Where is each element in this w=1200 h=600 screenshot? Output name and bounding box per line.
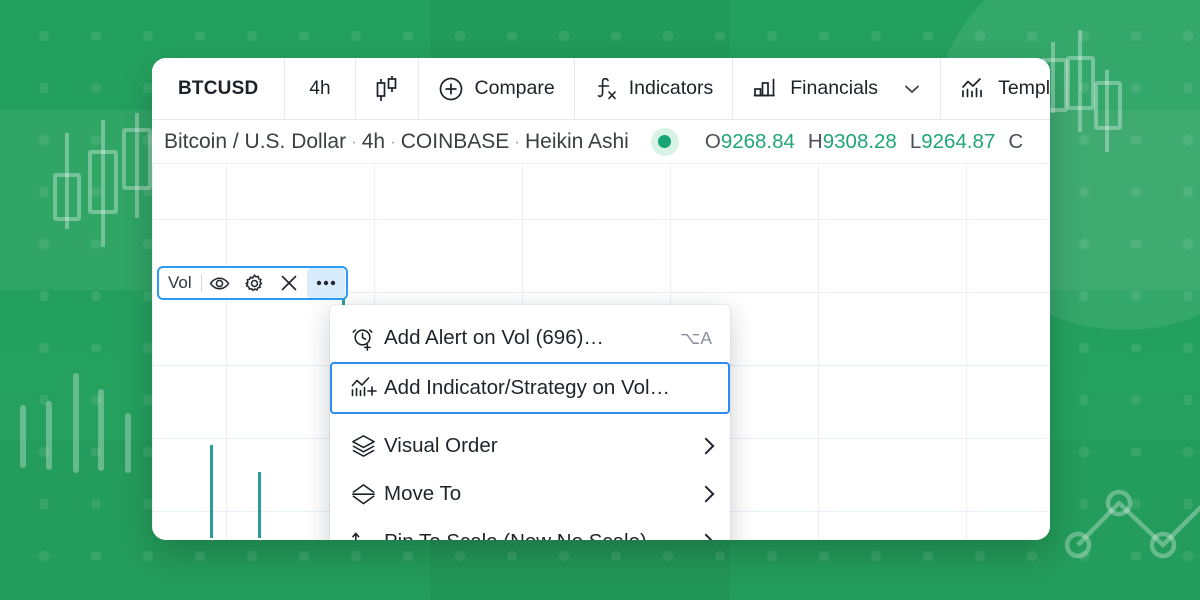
close-icon[interactable] bbox=[272, 268, 307, 298]
grid-line-v bbox=[966, 164, 967, 540]
ohlc-high: H9308.28 bbox=[807, 129, 897, 153]
chart-plot-area[interactable]: Vol Add Alert on Vol (696)… ⌥A Add Indic… bbox=[152, 164, 1050, 540]
financials-button[interactable]: Financials bbox=[733, 58, 942, 119]
more-options-icon[interactable] bbox=[306, 268, 345, 298]
market-status-indicator bbox=[650, 127, 679, 156]
menu-item-label: Add Alert on Vol (696)… bbox=[384, 326, 604, 349]
compare-label: Compare bbox=[474, 77, 555, 99]
compare-button[interactable]: Compare bbox=[419, 58, 575, 119]
ohlc-close: C bbox=[1008, 129, 1024, 153]
info-separator-2: · bbox=[390, 131, 396, 151]
grid-line-v bbox=[818, 164, 819, 540]
menu-gap bbox=[330, 414, 730, 422]
grid-line-h bbox=[152, 219, 1050, 220]
grid-line-v bbox=[152, 164, 153, 540]
menu-item-label: Add Indicator/Strategy on Vol… bbox=[384, 376, 671, 399]
menu-item-label: Pin To Scale (Now No Scale) bbox=[384, 530, 700, 540]
indicators-label: Indicators bbox=[628, 77, 714, 99]
context-menu[interactable]: Add Alert on Vol (696)… ⌥A Add Indicator… bbox=[330, 305, 730, 540]
candle-wick bbox=[258, 472, 261, 538]
screenshot-root: BTCUSD 4h Compare Indicators Financials … bbox=[0, 0, 1200, 600]
menu-item-label: Visual Order bbox=[384, 434, 498, 457]
plus-circle-icon bbox=[438, 76, 464, 102]
info-separator-1: · bbox=[351, 131, 357, 151]
gear-icon[interactable] bbox=[237, 268, 272, 298]
grid-line-v bbox=[226, 164, 227, 540]
fx-icon bbox=[594, 75, 618, 103]
status-dot-icon bbox=[658, 135, 672, 148]
info-chart-style: Heikin Ashi bbox=[524, 129, 629, 153]
indicators-button[interactable]: Indicators bbox=[575, 58, 734, 119]
info-interval: 4h bbox=[361, 129, 386, 153]
submenu-arrow-icon bbox=[697, 485, 715, 503]
templates-label: Templates bbox=[998, 77, 1050, 99]
instrument-name: Bitcoin / U.S. Dollar bbox=[164, 129, 347, 153]
ohlc-open: O9268.84 bbox=[704, 129, 795, 153]
indicator-plus-icon bbox=[350, 375, 384, 401]
menu-item-add-indicator[interactable]: Add Indicator/Strategy on Vol… bbox=[330, 362, 730, 414]
chart-toolbar: BTCUSD 4h Compare Indicators Financials … bbox=[152, 58, 1050, 120]
menu-item-visual-order[interactable]: Visual Order bbox=[330, 422, 730, 470]
chart-type-button[interactable] bbox=[356, 58, 419, 119]
info-exchange: COINBASE bbox=[400, 129, 510, 153]
candlestick-icon bbox=[374, 74, 400, 104]
chevron-down-icon[interactable] bbox=[903, 83, 921, 95]
alarm-plus-icon bbox=[350, 325, 384, 352]
info-separator-3: · bbox=[514, 131, 520, 151]
symbol-button[interactable]: BTCUSD bbox=[152, 58, 286, 119]
submenu-arrow-icon bbox=[697, 437, 715, 455]
interval-button[interactable]: 4h bbox=[285, 58, 356, 119]
chart-card: BTCUSD 4h Compare Indicators Financials … bbox=[152, 58, 1050, 540]
layers-icon bbox=[350, 433, 384, 459]
candle-wick bbox=[210, 445, 213, 538]
financials-label: Financials bbox=[790, 77, 879, 99]
menu-item-add-alert[interactable]: Add Alert on Vol (696)… ⌥A bbox=[330, 314, 730, 362]
interval-label: 4h bbox=[309, 77, 331, 99]
menu-item-shortcut: ⌥A bbox=[680, 327, 712, 348]
templates-button[interactable]: Templates bbox=[941, 58, 1050, 119]
eye-icon[interactable] bbox=[202, 268, 237, 298]
volume-legend[interactable]: Vol bbox=[157, 266, 348, 300]
volume-legend-title: Vol bbox=[168, 273, 192, 292]
ohlc-low: L9264.87 bbox=[909, 129, 996, 153]
move-to-icon bbox=[350, 481, 384, 507]
submenu-arrow-icon bbox=[697, 533, 715, 540]
menu-item-move-to[interactable]: Move To bbox=[330, 470, 730, 518]
ohlc-values: O9268.84 H9308.28 L9264.87 C bbox=[705, 130, 1023, 154]
template-chart-icon bbox=[960, 76, 987, 102]
menu-item-pin-to-scale[interactable]: Pin To Scale (Now No Scale) bbox=[330, 518, 730, 540]
symbol-info-bar: Bitcoin / U.S. Dollar · 4h · COINBASE · … bbox=[152, 120, 1050, 164]
symbol-label: BTCUSD bbox=[178, 77, 259, 99]
pin-to-scale-icon bbox=[350, 529, 384, 540]
menu-item-label: Move To bbox=[384, 482, 462, 505]
bar-chart-icon bbox=[752, 76, 779, 102]
